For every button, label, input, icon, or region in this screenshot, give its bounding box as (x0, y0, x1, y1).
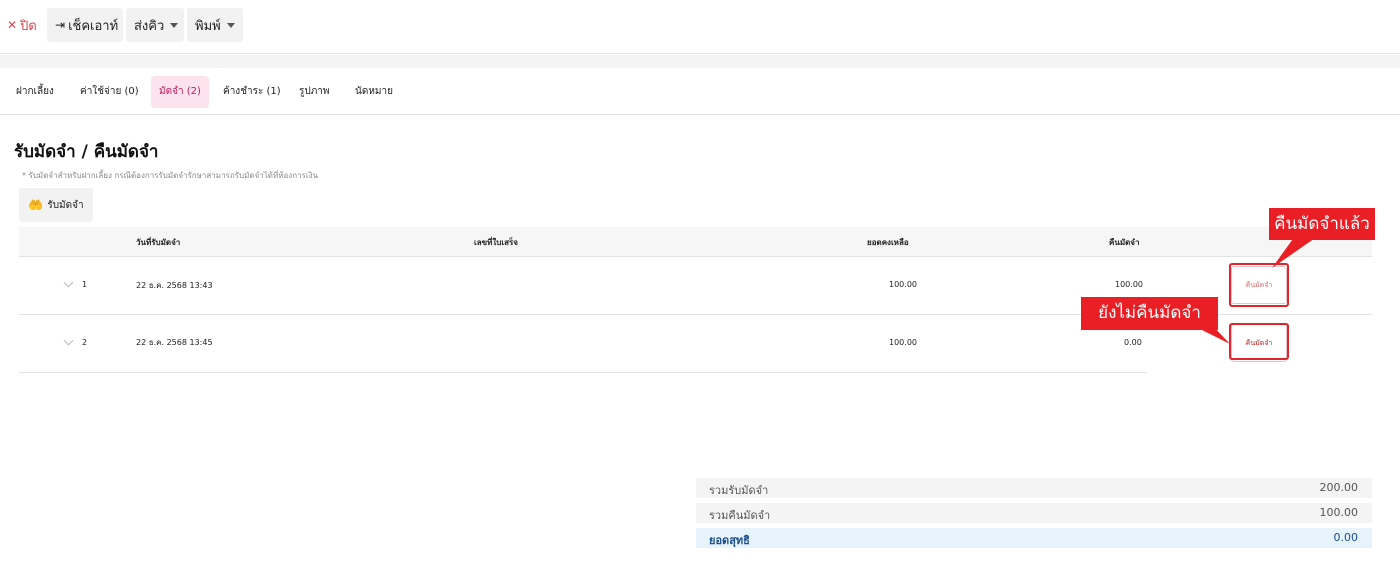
chevron-down-icon (170, 22, 179, 28)
annotation-returned: คืนมัดจำแล้ว (1269, 208, 1375, 240)
summary-total-returned: รวมคืนมัดจำ 100.00 (696, 503, 1372, 523)
checkout-icon: ⇥ (55, 18, 66, 32)
top-toolbar: ✕ ปิด ⇥ เช็คเอาท์ ส่งคิว พิมพ์ (0, 0, 1400, 54)
tab-outstanding[interactable]: ค้างชำระ (1) (223, 76, 281, 108)
col-balance-header: ยอดคงเหลือ (867, 238, 909, 247)
summary-label: รวมรับมัดจำ (709, 484, 769, 497)
summary-label: รวมคืนมัดจำ (709, 509, 771, 522)
tab-bar: ฝากเลี้ยง ค่าใช้จ่าย (0) มัดจำ (2) ค้างช… (0, 68, 1400, 115)
send-queue-label: ส่งคิว (134, 18, 165, 34)
tab-boarding[interactable]: ฝากเลี้ยง (16, 76, 54, 108)
close-icon: ✕ (7, 18, 18, 32)
tab-photos[interactable]: รูปภาพ (299, 76, 330, 108)
row-returned: 100.00 (1115, 280, 1143, 289)
summary-label: ยอดสุทธิ (709, 534, 750, 547)
highlight-box (1229, 323, 1289, 360)
hand-coin-icon: 🤲 (28, 198, 44, 212)
print-button[interactable]: พิมพ์ (187, 8, 243, 42)
table-row: 2 22 ธ.ค. 2568 13:45 100.00 0.00 (19, 315, 1147, 373)
toolbar-separator (0, 55, 1400, 68)
receive-deposit-label: รับมัดจำ (47, 199, 84, 211)
highlight-box (1229, 263, 1289, 307)
col-receipt-header: เลขที่ใบเสร็จ (474, 238, 518, 247)
receive-deposit-button[interactable]: 🤲 รับมัดจำ (19, 188, 93, 222)
summary-value: 200.00 (1319, 481, 1359, 494)
checkout-label: เช็คเอาท์ (68, 18, 119, 34)
col-date-header: วันที่รับมัดจำ (136, 238, 181, 247)
tab-appointments[interactable]: นัดหมาย (355, 76, 393, 108)
row-index: 1 (82, 280, 88, 289)
row-index: 2 (82, 338, 88, 347)
row-date: 22 ธ.ค. 2568 13:43 (136, 281, 213, 290)
annotation-not-returned: ยังไม่คืนมัดจำ (1081, 297, 1218, 330)
chevron-down-icon[interactable] (63, 277, 74, 288)
summary-total-received: รวมรับมัดจำ 200.00 (696, 478, 1372, 498)
summary-value: 0.00 (1333, 531, 1359, 544)
table-header: วันที่รับมัดจำ เลขที่ใบเสร็จ ยอดคงเหลือ … (19, 227, 1372, 257)
page-title: รับมัดจำ / คืนมัดจำ (14, 142, 159, 162)
summary-net: ยอดสุทธิ 0.00 (696, 528, 1372, 548)
close-button[interactable]: ✕ ปิด (3, 8, 43, 42)
tab-deposit[interactable]: มัดจำ (2) (151, 76, 209, 108)
row-balance: 100.00 (889, 280, 917, 289)
print-label: พิมพ์ (195, 18, 221, 34)
checkout-button[interactable]: ⇥ เช็คเอาท์ (47, 8, 123, 42)
section-note: * รับมัดจำสำหรับฝากเลี้ยง กรณีต้องการรับ… (22, 171, 318, 180)
col-returned-header: คืนมัดจำ (1109, 238, 1140, 247)
row-balance: 100.00 (889, 338, 917, 347)
send-queue-button[interactable]: ส่งคิว (126, 8, 184, 42)
row-returned: 0.00 (1124, 338, 1142, 347)
summary-value: 100.00 (1319, 506, 1359, 519)
chevron-down-icon[interactable] (63, 335, 74, 346)
chevron-down-icon (226, 22, 235, 28)
close-label: ปิด (20, 18, 37, 34)
row-date: 22 ธ.ค. 2568 13:45 (136, 338, 213, 347)
tab-expenses[interactable]: ค่าใช้จ่าย (0) (80, 76, 139, 108)
